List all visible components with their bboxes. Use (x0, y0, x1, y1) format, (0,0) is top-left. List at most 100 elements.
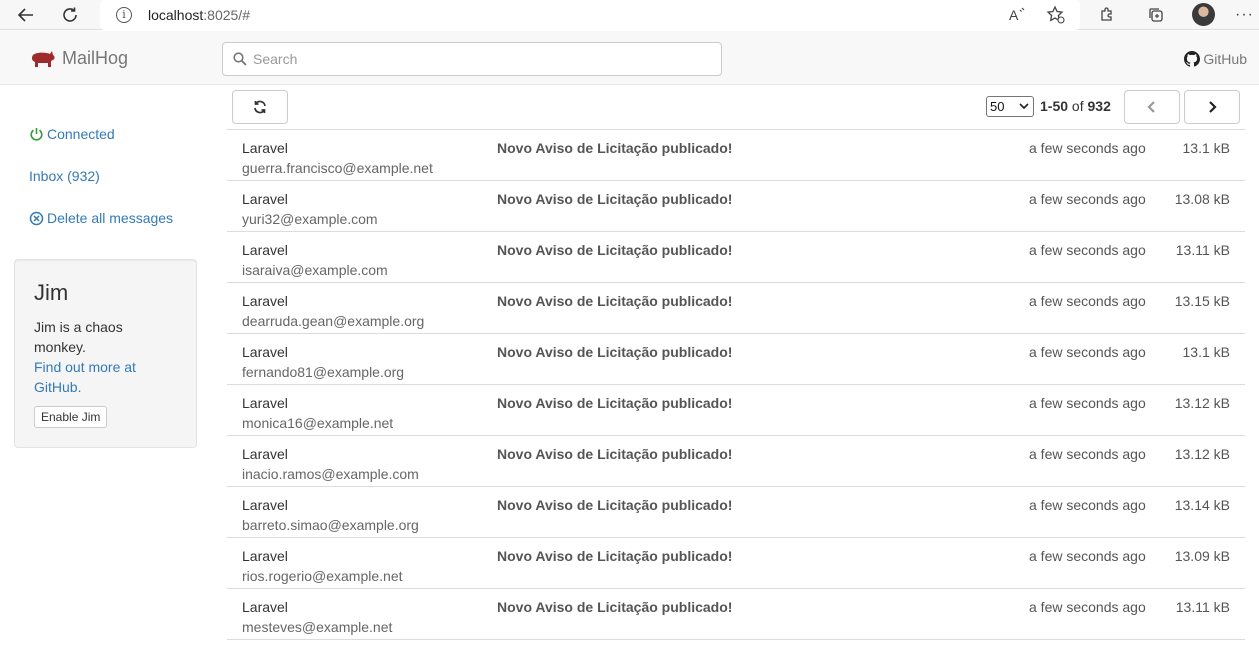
message-to: inacio.ramos@example.com (242, 466, 419, 482)
message-from: Laravel (242, 140, 288, 156)
message-subject: Novo Aviso de Licitação publicado! (497, 497, 733, 513)
message-time: a few seconds ago (1029, 395, 1146, 411)
message-subject: Novo Aviso de Licitação publicado! (497, 548, 733, 564)
message-row[interactable]: Laravel barreto.simao@example.org Novo A… (227, 487, 1245, 538)
back-arrow-icon[interactable] (14, 3, 38, 27)
chevron-left-icon (1147, 101, 1155, 113)
message-to: fernando81@example.org (242, 364, 405, 380)
inbox-label: Inbox (932) (29, 168, 100, 184)
message-time: a few seconds ago (1029, 140, 1146, 156)
message-subject: Novo Aviso de Licitação publicado! (497, 344, 733, 360)
url-text: localhost:8025/# (148, 7, 250, 23)
jim-description: Jim is a chaos monkey. Find out more at … (34, 319, 136, 395)
message-to: barreto.simao@example.org (242, 517, 419, 533)
delete-all-messages-link[interactable]: Delete all messages (29, 210, 173, 226)
jim-panel: Jim Jim is a chaos monkey. Find out more… (14, 259, 197, 448)
power-icon (29, 127, 44, 142)
site-info-icon[interactable]: i (116, 7, 132, 23)
message-to: isaraiva@example.com (242, 262, 388, 278)
message-to: yuri32@example.com (242, 211, 378, 227)
message-size: 13.11 kB (1175, 242, 1230, 258)
profile-avatar[interactable] (1192, 3, 1215, 26)
svg-text:A: A (1009, 7, 1019, 23)
inbox-link[interactable]: Inbox (932) (29, 168, 100, 184)
message-subject: Novo Aviso de Licitação publicado! (497, 599, 733, 615)
previous-page-button[interactable] (1124, 90, 1180, 124)
message-time: a few seconds ago (1029, 446, 1146, 462)
message-time: a few seconds ago (1029, 497, 1146, 513)
message-to: dearruda.gean@example.org (242, 313, 425, 329)
message-row[interactable]: Laravel dearruda.gean@example.org Novo A… (227, 283, 1245, 334)
search-input[interactable] (253, 47, 713, 71)
message-from: Laravel (242, 497, 288, 513)
delete-all-label: Delete all messages (47, 210, 174, 226)
github-icon (1184, 51, 1201, 67)
message-to: rios.rogerio@example.net (242, 568, 403, 584)
message-subject: Novo Aviso de Licitação publicado! (497, 140, 733, 156)
message-row[interactable]: Laravel inacio.ramos@example.com Novo Av… (227, 436, 1245, 487)
message-time: a few seconds ago (1029, 548, 1146, 564)
enable-jim-button[interactable]: Enable Jim (34, 406, 108, 428)
message-row[interactable]: Laravel fernando81@example.org Novo Avis… (227, 334, 1245, 385)
message-subject: Novo Aviso de Licitação publicado! (497, 293, 733, 309)
extensions-puzzle-icon[interactable] (1098, 3, 1116, 27)
connected-label: Connected (47, 126, 115, 142)
message-row[interactable]: Laravel yuri32@example.com Novo Aviso de… (227, 181, 1245, 232)
github-link[interactable]: GitHub (1184, 51, 1247, 67)
message-from: Laravel (242, 293, 288, 309)
message-row[interactable]: Laravel monica16@example.net Novo Aviso … (227, 385, 1245, 436)
message-size: 13.12 kB (1174, 446, 1230, 462)
mailhog-pig-icon (31, 50, 55, 67)
search-field[interactable] (222, 42, 722, 76)
message-size: 13.09 kB (1174, 548, 1230, 564)
message-size: 13.11 kB (1175, 599, 1230, 615)
refresh-icon (254, 100, 266, 114)
read-aloud-icon[interactable]: A (1008, 3, 1028, 27)
message-size: 13.12 kB (1174, 395, 1230, 411)
message-from: Laravel (242, 191, 288, 207)
pagination-info: 1-50 of 932 (1040, 98, 1111, 114)
collections-icon[interactable] (1147, 3, 1165, 27)
github-label: GitHub (1203, 51, 1247, 67)
remove-circle-icon (29, 211, 44, 226)
message-to: monica16@example.net (242, 415, 394, 431)
address-bar[interactable]: i localhost:8025/# A (100, 0, 1080, 30)
message-time: a few seconds ago (1029, 293, 1146, 309)
message-time: a few seconds ago (1029, 599, 1146, 615)
message-row[interactable]: Laravel rios.rogerio@example.net Novo Av… (227, 538, 1245, 589)
jim-github-link[interactable]: Find out more at GitHub. (34, 359, 136, 395)
reload-icon[interactable] (58, 3, 82, 27)
message-list: Laravel guerra.francisco@example.net Nov… (227, 129, 1245, 640)
message-from: Laravel (242, 548, 288, 564)
message-row[interactable]: Laravel mesteves@example.net Novo Aviso … (227, 589, 1245, 640)
message-time: a few seconds ago (1029, 344, 1146, 360)
chevron-right-icon (1209, 101, 1217, 113)
message-from: Laravel (242, 395, 288, 411)
jim-title: Jim (34, 280, 69, 305)
message-subject: Novo Aviso de Licitação publicado! (497, 395, 733, 411)
message-time: a few seconds ago (1029, 191, 1146, 207)
message-size: 13.15 kB (1174, 293, 1230, 309)
message-row[interactable]: Laravel isaraiva@example.com Novo Aviso … (227, 232, 1245, 283)
message-subject: Novo Aviso de Licitação publicado! (497, 191, 733, 207)
more-menu-icon[interactable]: ··· (1235, 3, 1254, 27)
brand-link[interactable]: MailHog (30, 48, 128, 69)
favorite-star-icon[interactable] (1046, 3, 1066, 27)
message-size: 13.1 kB (1182, 140, 1230, 156)
message-to: guerra.francisco@example.net (242, 160, 433, 176)
message-from: Laravel (242, 344, 288, 360)
message-from: Laravel (242, 242, 288, 258)
message-size: 13.1 kB (1182, 344, 1230, 360)
per-page-select[interactable]: 50 (986, 96, 1034, 117)
refresh-button[interactable] (232, 90, 288, 124)
message-to: mesteves@example.net (242, 619, 393, 635)
message-row[interactable]: Laravel guerra.francisco@example.net Nov… (227, 130, 1245, 181)
brand-name: MailHog (62, 48, 129, 68)
browser-toolbar: i localhost:8025/# A ··· (0, 0, 1259, 30)
message-from: Laravel (242, 599, 288, 615)
message-size: 13.08 kB (1174, 191, 1230, 207)
message-time: a few seconds ago (1029, 242, 1146, 258)
message-subject: Novo Aviso de Licitação publicado! (497, 446, 733, 462)
app-navbar: MailHog GitHub (0, 31, 1259, 85)
next-page-button[interactable] (1184, 90, 1240, 124)
